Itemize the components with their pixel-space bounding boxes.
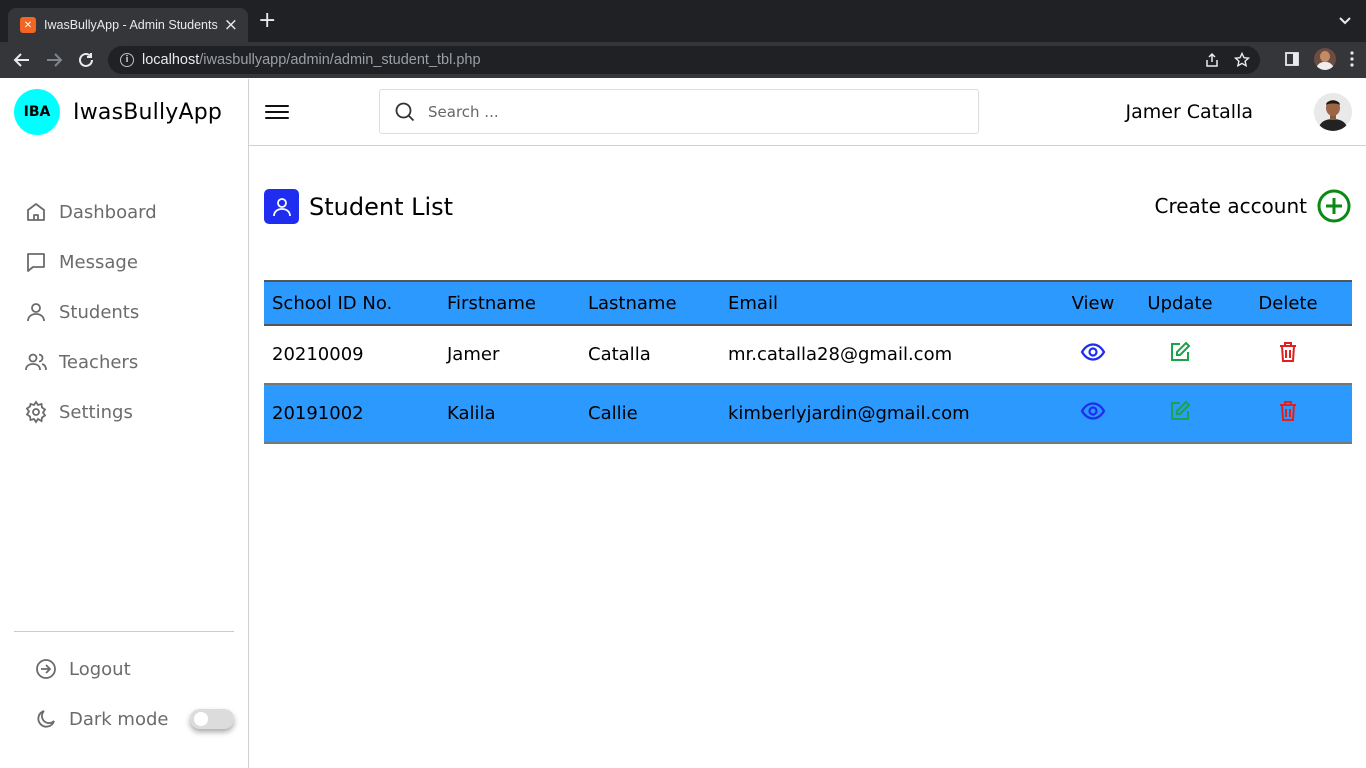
xampp-icon: ✕ xyxy=(20,17,36,33)
brand[interactable]: IBA IwasBullyApp xyxy=(14,89,222,135)
chrome-menu-icon[interactable] xyxy=(1350,51,1354,67)
cell-school-id: 20191002 xyxy=(264,384,439,444)
message-icon xyxy=(27,253,45,272)
cell-view xyxy=(1050,325,1136,385)
cell-lastname: Callie xyxy=(580,384,720,444)
col-firstname: Firstname xyxy=(439,280,580,326)
logout-label: Logout xyxy=(69,658,131,680)
table-row: 20191002 Kalila Callie kimberlyjardin@gm… xyxy=(264,384,1352,444)
browser-toolbar: i localhost/iwasbullyapp/admin/admin_stu… xyxy=(0,42,1366,78)
col-school-id: School ID No. xyxy=(264,280,439,326)
share-icon[interactable] xyxy=(1204,52,1220,68)
trash-icon[interactable] xyxy=(1278,341,1298,363)
cell-delete xyxy=(1224,325,1352,385)
view-eye-icon[interactable] xyxy=(1080,401,1106,421)
profile-avatar[interactable] xyxy=(1314,48,1336,70)
student-table: School ID No. Firstname Lastname Email V… xyxy=(264,280,1352,444)
sidebar-item-label: Dashboard xyxy=(59,201,157,223)
search-box xyxy=(379,89,979,134)
page-title: Student List xyxy=(309,192,454,221)
cell-firstname: Kalila xyxy=(439,384,580,444)
main-content: Student List Create account School ID No… xyxy=(249,146,1366,768)
toggle-knob xyxy=(194,712,208,726)
cell-school-id: 20210009 xyxy=(264,325,439,385)
sidebar-item-label: Students xyxy=(59,301,140,323)
url-host: localhost xyxy=(142,52,200,68)
create-account-button[interactable]: Create account xyxy=(1155,189,1352,223)
trash-icon[interactable] xyxy=(1278,400,1298,422)
edit-icon[interactable] xyxy=(1169,341,1191,363)
tab-title: IwasBullyApp - Admin Students xyxy=(44,18,218,32)
sidebar: IBA IwasBullyApp Dashboard Message Stude… xyxy=(0,79,249,768)
cell-firstname: Jamer xyxy=(439,325,580,385)
top-bar: Jamer Catalla xyxy=(249,79,1366,146)
new-tab-icon[interactable]: + xyxy=(258,10,276,32)
cell-lastname: Catalla xyxy=(580,325,720,385)
edit-icon[interactable] xyxy=(1169,400,1191,422)
app-name: IwasBullyApp xyxy=(73,99,223,125)
sidebar-item-settings[interactable]: Settings xyxy=(24,387,157,437)
cell-delete xyxy=(1224,384,1352,444)
dark-mode-toggle[interactable] xyxy=(190,709,234,729)
col-view: View xyxy=(1050,280,1136,326)
logout-icon xyxy=(36,659,56,679)
cell-update xyxy=(1136,325,1224,385)
search-icon xyxy=(395,102,415,121)
sidebar-item-message[interactable]: Message xyxy=(24,237,157,287)
users-icon xyxy=(25,353,47,371)
bookmark-star-icon[interactable] xyxy=(1234,52,1250,68)
moon-icon xyxy=(37,710,55,728)
view-eye-icon[interactable] xyxy=(1080,342,1106,362)
sidebar-item-teachers[interactable]: Teachers xyxy=(24,337,157,387)
sidebar-item-label: Teachers xyxy=(59,351,139,373)
url-path: /iwasbullyapp/admin/admin_student_tbl.ph… xyxy=(199,52,481,68)
site-info-icon[interactable]: i xyxy=(120,53,134,67)
home-icon xyxy=(27,203,45,221)
sidebar-divider xyxy=(14,631,234,632)
page-header: Student List xyxy=(264,189,453,224)
cell-email: mr.catalla28@gmail.com xyxy=(720,325,1050,385)
col-delete: Delete xyxy=(1224,280,1352,326)
logout-button[interactable]: Logout xyxy=(34,657,131,681)
sidebar-item-dashboard[interactable]: Dashboard xyxy=(24,187,157,237)
add-circle-icon xyxy=(1317,189,1351,223)
col-update: Update xyxy=(1136,280,1224,326)
cell-update xyxy=(1136,384,1224,444)
browser-tab-strip: ✕ IwasBullyApp - Admin Students × + xyxy=(0,0,1366,42)
tab-search-icon[interactable] xyxy=(1338,12,1352,31)
address-bar[interactable]: i localhost/iwasbullyapp/admin/admin_stu… xyxy=(108,46,1260,74)
table-header-row: School ID No. Firstname Lastname Email V… xyxy=(264,280,1352,326)
side-panel-icon[interactable] xyxy=(1284,51,1300,67)
browser-tab[interactable]: ✕ IwasBullyApp - Admin Students × xyxy=(8,8,248,42)
table-row: 20210009 Jamer Catalla mr.catalla28@gmai… xyxy=(264,325,1352,385)
gear-icon xyxy=(25,400,47,424)
sidebar-item-students[interactable]: Students xyxy=(24,287,157,337)
close-tab-icon[interactable]: × xyxy=(224,16,238,34)
forward-icon[interactable] xyxy=(42,48,66,72)
col-lastname: Lastname xyxy=(580,280,720,326)
user-name: Jamer Catalla xyxy=(1125,101,1254,123)
back-icon[interactable] xyxy=(10,48,34,72)
search-input[interactable] xyxy=(428,102,928,121)
dark-mode-row: Dark mode xyxy=(34,707,168,731)
user-avatar[interactable] xyxy=(1314,93,1352,131)
sidebar-nav: Dashboard Message Students Teachers Sett… xyxy=(24,187,157,437)
sidebar-item-label: Message xyxy=(59,251,138,273)
cell-view xyxy=(1050,384,1136,444)
menu-toggle-icon[interactable] xyxy=(265,101,289,123)
student-list-icon xyxy=(264,189,299,224)
user-icon xyxy=(27,303,45,322)
reload-icon[interactable] xyxy=(74,48,98,72)
cell-email: kimberlyjardin@gmail.com xyxy=(720,384,1050,444)
create-account-label: Create account xyxy=(1154,194,1308,218)
sidebar-item-label: Settings xyxy=(59,401,133,423)
app-logo: IBA xyxy=(14,89,60,135)
dark-mode-label: Dark mode xyxy=(69,708,169,730)
col-email: Email xyxy=(720,280,1050,326)
